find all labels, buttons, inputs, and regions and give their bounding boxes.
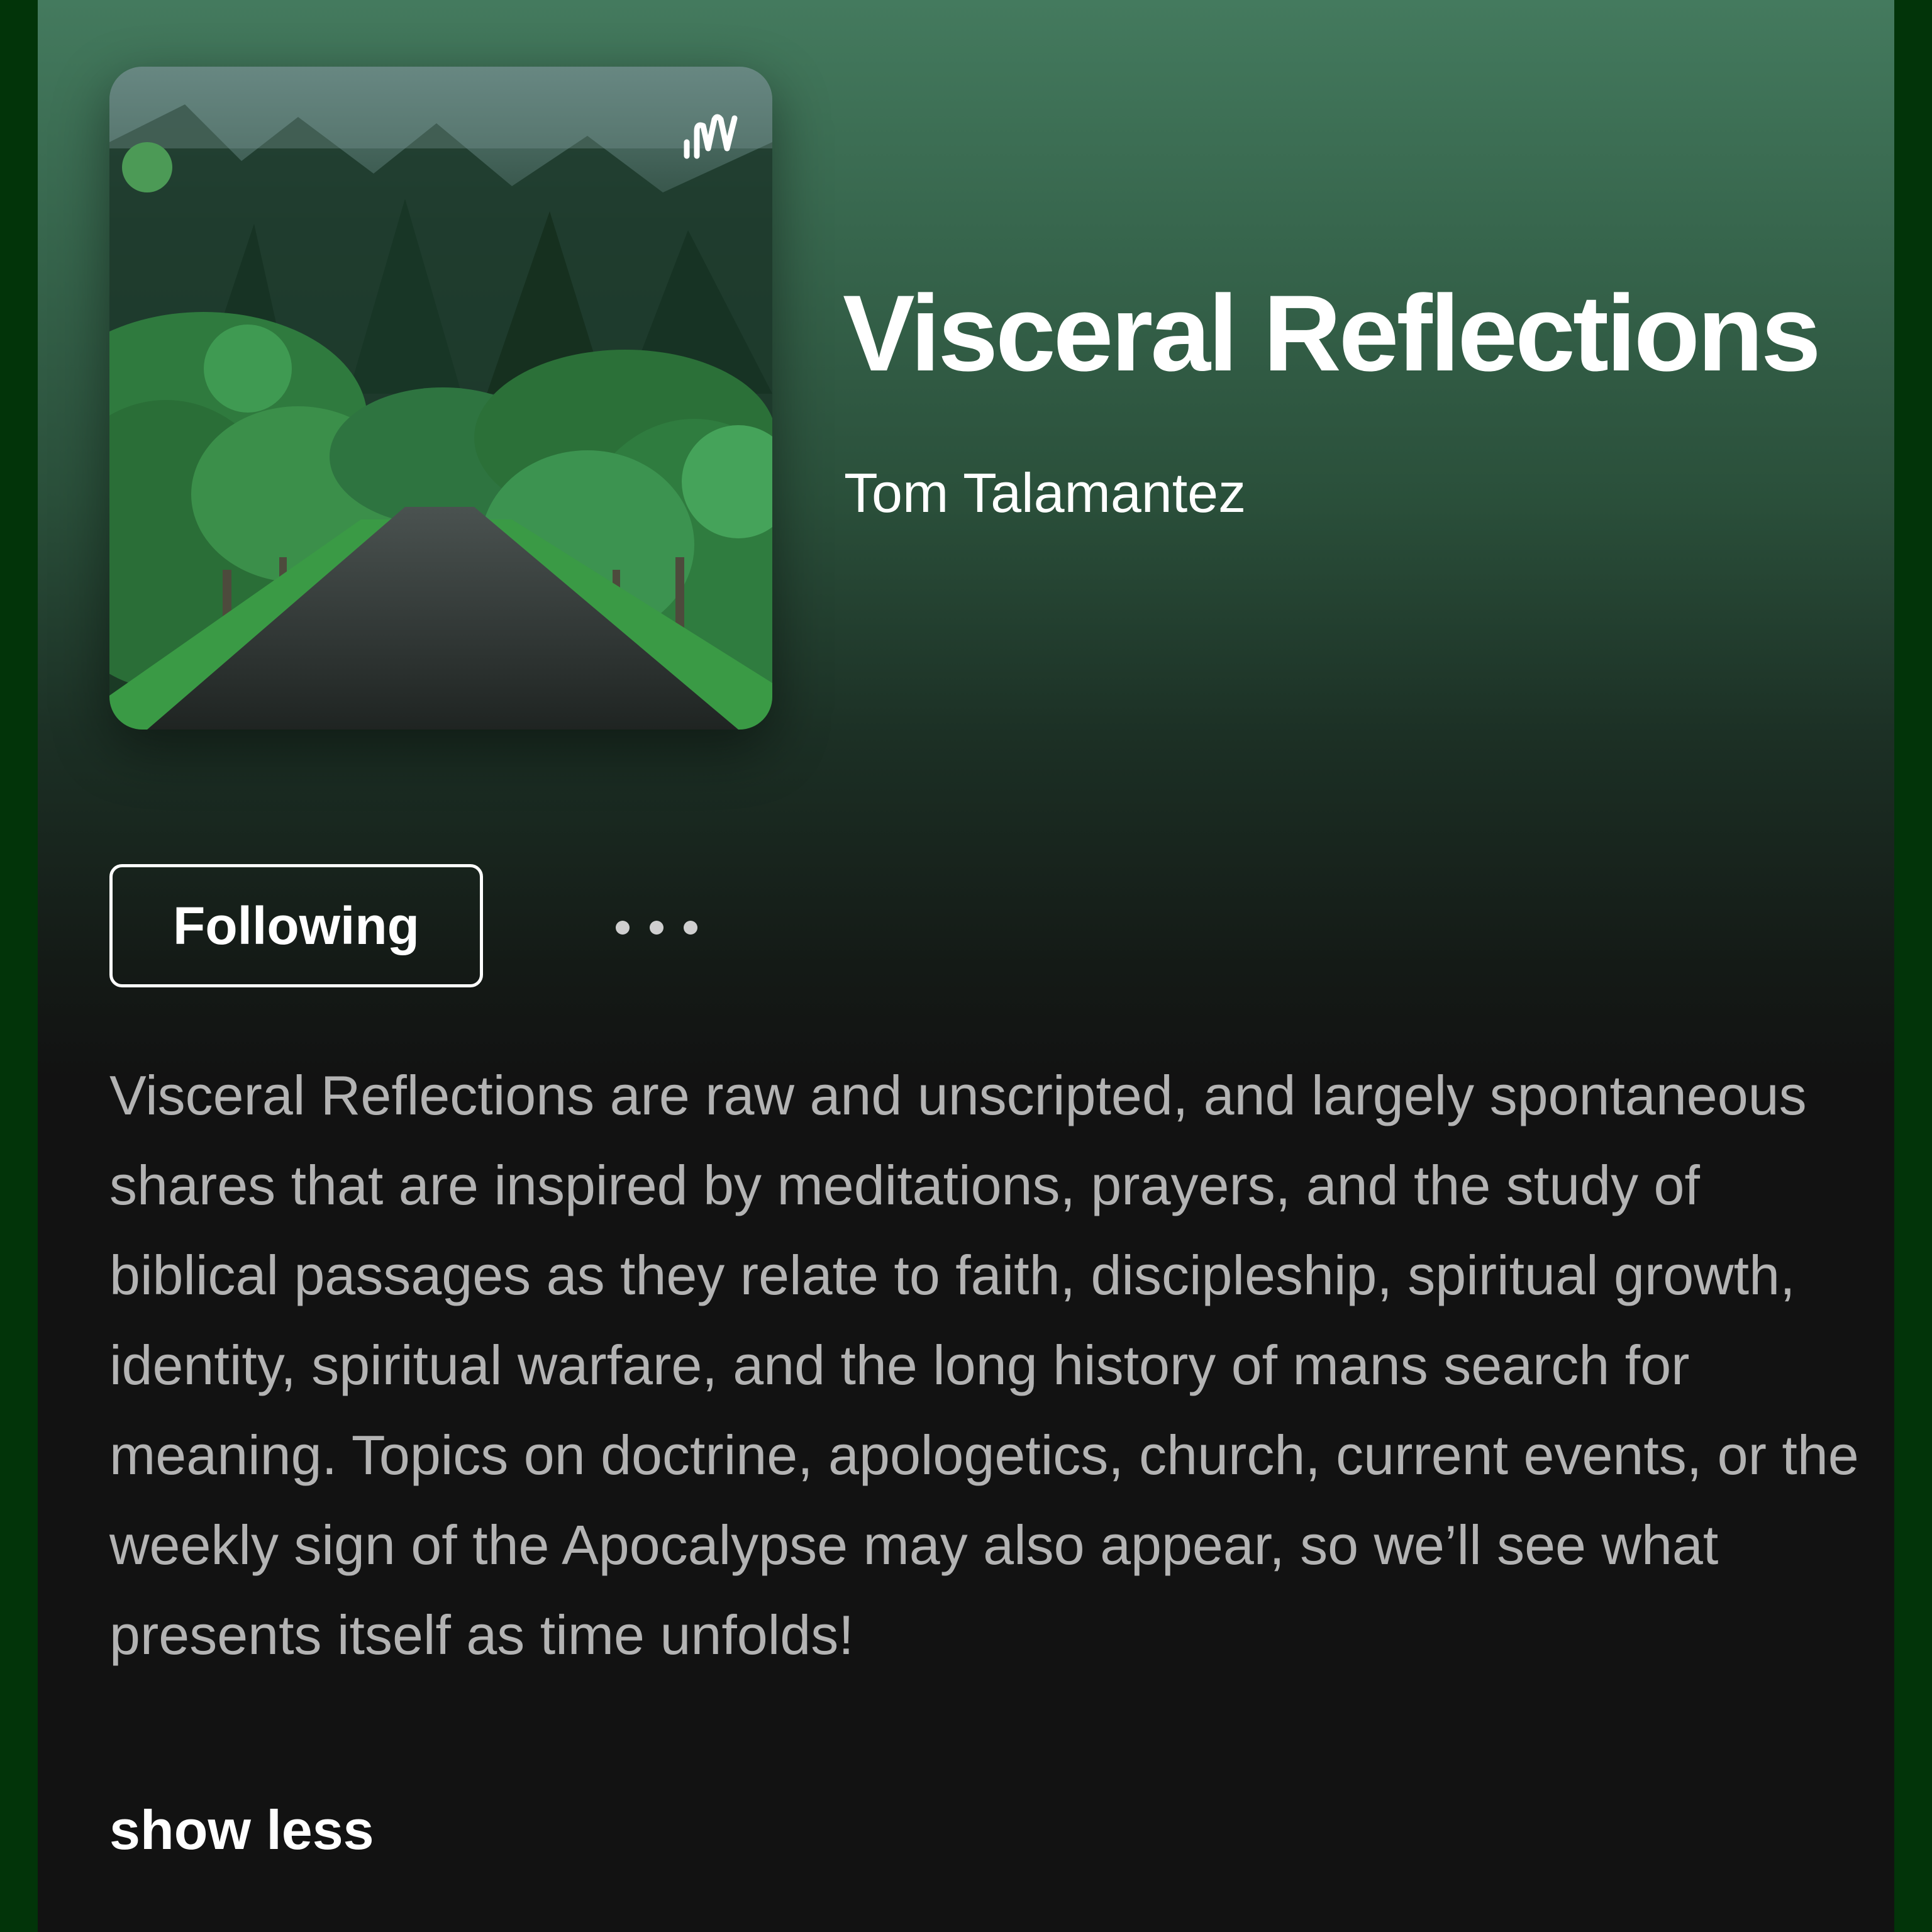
right-frame-border <box>1894 0 1932 1932</box>
more-dot <box>616 921 630 935</box>
more-dot <box>650 921 663 935</box>
cover-landscape-image <box>109 67 772 730</box>
more-options-icon[interactable] <box>606 899 707 956</box>
left-frame-border <box>0 0 38 1932</box>
show-less-link[interactable]: show less <box>109 1792 374 1868</box>
podcast-title: Visceral Reflections <box>843 273 1821 394</box>
podcast-page: Visceral Reflections Tom Talamantez Foll… <box>38 0 1894 1932</box>
podcast-cover-art <box>109 67 772 730</box>
following-button[interactable]: Following <box>109 864 483 987</box>
more-dot <box>684 921 697 935</box>
podcast-description: Visceral Reflections are raw and unscrip… <box>109 1064 1859 1666</box>
podcast-author[interactable]: Tom Talamantez <box>844 455 1246 531</box>
